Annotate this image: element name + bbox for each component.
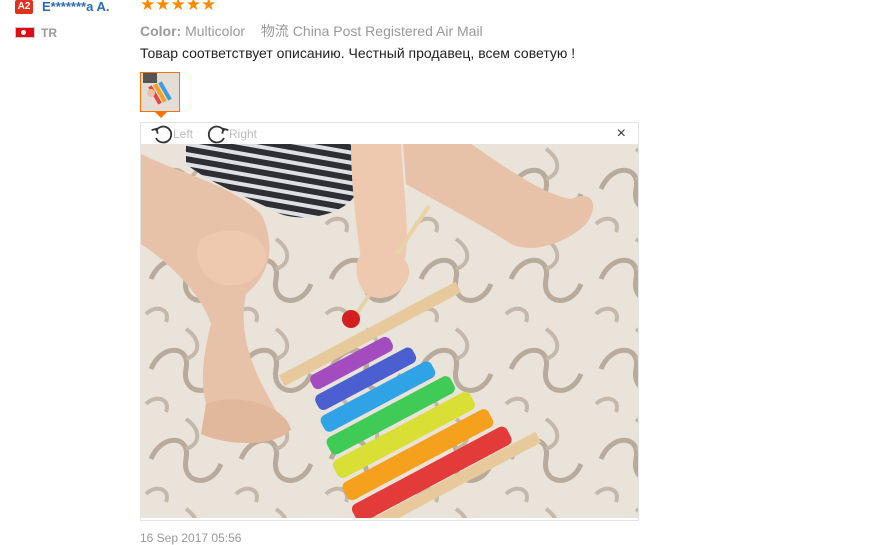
shipping-prefix: 物流	[260, 23, 289, 39]
turkey-flag-icon	[15, 27, 35, 38]
review-photo	[141, 144, 638, 518]
reviewer-name[interactable]: E*******a A.	[42, 0, 109, 14]
star-icon: ★	[170, 0, 186, 14]
rotate-right-button[interactable]: Right	[207, 124, 257, 144]
image-viewer: Left Right ×	[140, 122, 639, 521]
color-label: Color:	[140, 23, 182, 39]
rotate-right-icon	[207, 125, 229, 144]
close-viewer-button[interactable]: ×	[617, 125, 626, 143]
shipping-method: China Post Registered Air Mail	[292, 23, 483, 39]
photo-thumbnail[interactable]	[140, 72, 180, 112]
country-code: TR	[41, 26, 57, 40]
color-value: Multicolor	[185, 23, 246, 39]
review-text: Товар соответствует описанию. Честный пр…	[140, 45, 576, 61]
rotate-left-button[interactable]: Left	[151, 124, 193, 144]
star-icon: ★	[185, 0, 201, 14]
rotate-left-label: Left	[173, 127, 194, 141]
rotate-right-label: Right	[229, 127, 258, 141]
order-info: Color: Multicolor 物流 China Post Register…	[140, 21, 483, 41]
star-icon: ★	[201, 0, 217, 14]
viewer-toolbar: Left Right ×	[141, 123, 638, 144]
buyer-level-badge: A2	[15, 0, 33, 14]
thumbnail-pointer	[155, 112, 167, 118]
rotate-left-icon	[151, 125, 173, 144]
star-rating: ★ ★ ★ ★ ★	[140, 0, 216, 13]
star-icon: ★	[155, 0, 171, 14]
star-icon: ★	[140, 0, 156, 14]
